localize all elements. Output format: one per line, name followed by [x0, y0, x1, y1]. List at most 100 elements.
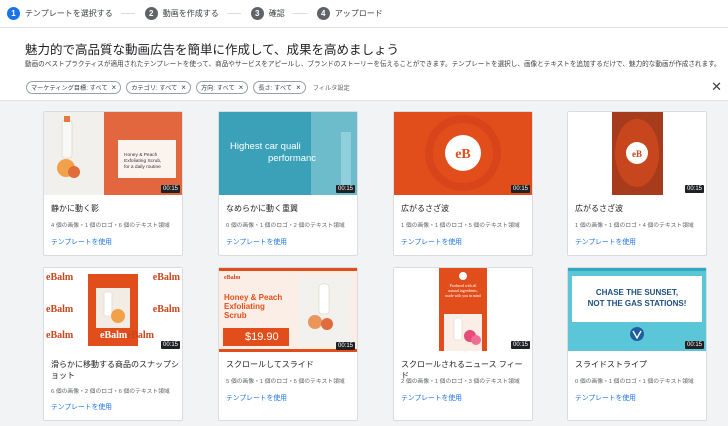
- filter-chip-category[interactable]: カテゴリ: すべて ×: [126, 81, 191, 94]
- use-template-link[interactable]: テンプレートを使用: [401, 236, 462, 246]
- use-template-link[interactable]: テンプレートを使用: [51, 236, 112, 246]
- card-title: スライドストライプ: [575, 360, 647, 369]
- step-review[interactable]: 3 確認: [250, 7, 307, 20]
- card-meta: 1 個の画像・1 個のロゴ・4 個のテキスト領域: [575, 223, 694, 229]
- card-title: 滑らかに移動する商品のスナップショット: [51, 360, 179, 380]
- card-meta: 6 個の画像・2 個のロゴ・6 個のテキスト領域: [51, 389, 170, 395]
- thumbnail-art: [439, 268, 487, 351]
- step-upload[interactable]: 4 アップロード: [316, 7, 383, 20]
- card-meta: 2 個の画像・1 個のロゴ・3 個のテキスト領域: [401, 379, 520, 385]
- brand-wordmark: eBalm: [46, 330, 74, 341]
- template-card[interactable]: eB 00:15 広がるさざ波 1 個の画像・1 個のロゴ・5 個のテキスト領域…: [393, 111, 533, 256]
- template-thumbnail[interactable]: eB 00:15: [394, 112, 532, 195]
- card-meta: 0 個の画像・1 個のロゴ・1 個のテキスト領域: [575, 379, 694, 385]
- duration-badge: 00:15: [335, 342, 355, 350]
- thumbnail-art: [568, 268, 706, 341]
- step-connector: [226, 13, 241, 14]
- chip-label: カテゴリ: すべて: [131, 85, 178, 92]
- close-icon[interactable]: ×: [296, 83, 301, 92]
- filter-chip-orientation[interactable]: 方向: すべて ×: [195, 81, 249, 94]
- template-thumbnail[interactable]: eBalm Honey & Peach Exfoliating Scrub $1…: [219, 268, 357, 352]
- brand-wordmark: eBalm: [100, 330, 128, 341]
- chip-label: 長さ: すべて: [258, 85, 293, 92]
- template-thumbnail[interactable]: CHASE THE SUNSET, NOT THE GAS STATIONS! …: [568, 268, 706, 351]
- thumbnail-headline: Highest car quali performanc: [230, 141, 317, 164]
- template-card[interactable]: Highest car quali performanc 00:15 なめらかに…: [218, 111, 358, 256]
- use-template-link[interactable]: テンプレートを使用: [226, 236, 287, 246]
- step-select-template[interactable]: 1 テンプレートを選択する: [7, 7, 135, 20]
- card-title: 広がるさざ波: [401, 204, 449, 213]
- template-thumbnail[interactable]: eB 00:15: [568, 112, 706, 195]
- chip-label: 方向: すべて: [200, 85, 235, 92]
- step-label: 確認: [268, 9, 285, 18]
- template-thumbnail[interactable]: Highest car quali performanc 00:15: [219, 112, 357, 195]
- brand-wordmark: eBalm: [152, 304, 180, 315]
- duration-badge: 00:15: [160, 185, 180, 193]
- header-panel: 魅力的で高品質な動画広告を簡単に作成して、成果を高めましょう 動画のベストプラク…: [0, 28, 728, 101]
- brand-wordmark: eBalm: [46, 272, 74, 283]
- card-title: 広がるさざ波: [575, 204, 623, 213]
- card-meta: 1 個の画像・1 個のロゴ・5 個のテキスト領域: [401, 223, 520, 229]
- brand-wordmark: eBalm: [46, 304, 74, 315]
- duration-badge: 00:15: [510, 185, 530, 193]
- chip-label: マーケティング目標: すべて: [31, 85, 108, 92]
- duration-badge: 00:15: [510, 341, 530, 349]
- step-connector: [120, 13, 135, 14]
- thumbnail-caption: Honey & Peach Exfoliating Scrub, for a d…: [124, 153, 162, 170]
- duration-badge: 00:15: [684, 341, 704, 349]
- card-title: 静かに動く影: [51, 204, 99, 213]
- use-template-link[interactable]: テンプレートを使用: [51, 401, 112, 411]
- card-meta: 0 個の画像・1 個のロゴ・2 個のテキスト領域: [226, 223, 345, 229]
- card-meta: 4 個の画像・1 個のロゴ・6 個のテキスト領域: [51, 223, 170, 229]
- template-card[interactable]: eB 00:15 広がるさざ波 1 個の画像・1 個のロゴ・4 個のテキスト領域…: [567, 111, 707, 256]
- step-label: テンプレートを選択する: [25, 9, 113, 18]
- stepper: 1 テンプレートを選択する 2 動画を作成する 3 確認 4 アップロード: [0, 0, 728, 28]
- template-card[interactable]: CHASE THE SUNSET, NOT THE GAS STATIONS! …: [567, 267, 707, 421]
- card-meta: 5 個の画像・1 個のロゴ・5 個のテキスト領域: [226, 379, 345, 385]
- thumbnail-headline: Honey & Peach Exfoliating Scrub: [224, 293, 283, 320]
- price-tag: $19.90: [245, 331, 279, 343]
- step-number: 1: [7, 7, 20, 20]
- filter-chip-length[interactable]: 長さ: すべて ×: [253, 81, 306, 94]
- brand-wordmark: eBalm: [224, 275, 241, 281]
- step-connector: [292, 13, 307, 14]
- brand-logo-art: eB: [425, 115, 501, 191]
- template-card[interactable]: Honey & Peach Exfoliating Scrub, for a d…: [43, 111, 183, 256]
- clear-filters-icon[interactable]: ✕: [711, 80, 722, 93]
- step-create-video[interactable]: 2 動画を作成する: [144, 7, 241, 20]
- page-description: 動画のベストプラクティスが適用されたテンプレートを使って、商品やサービスをアピー…: [25, 61, 721, 68]
- step-label: アップロード: [334, 9, 383, 18]
- duration-badge: 00:15: [335, 185, 355, 193]
- close-icon[interactable]: ×: [112, 83, 117, 92]
- card-title: スクロールしてスライド: [226, 360, 314, 369]
- step-number: 4: [316, 7, 330, 20]
- step-number: 3: [250, 7, 264, 20]
- brand-logo-art: eB: [612, 112, 663, 195]
- template-thumbnail[interactable]: eBalm eBalm eBalm eBalm eBalm eBalm eBal…: [44, 268, 182, 351]
- card-title: なめらかに動く重翼: [226, 204, 298, 213]
- duration-badge: 00:15: [684, 185, 704, 193]
- thumbnail-headline: CHASE THE SUNSET, NOT THE GAS STATIONS!: [587, 288, 687, 308]
- template-card[interactable]: Produced with all natural ingredients, m…: [393, 267, 533, 421]
- brand-wordmark: eBalm: [152, 272, 180, 283]
- template-card[interactable]: eBalm Honey & Peach Exfoliating Scrub $1…: [218, 267, 358, 421]
- use-template-link[interactable]: テンプレートを使用: [401, 392, 462, 402]
- template-card[interactable]: eBalm eBalm eBalm eBalm eBalm eBalm eBal…: [43, 267, 183, 421]
- brand-wordmark: eBalm: [126, 330, 154, 341]
- duration-badge: 00:15: [160, 341, 180, 349]
- page-title: 魅力的で高品質な動画広告を簡単に作成して、成果を高めましょう: [25, 43, 400, 57]
- template-thumbnail[interactable]: Honey & Peach Exfoliating Scrub, for a d…: [44, 112, 182, 195]
- step-number: 2: [144, 7, 158, 20]
- use-template-link[interactable]: テンプレートを使用: [226, 392, 287, 402]
- close-icon[interactable]: ×: [181, 83, 186, 92]
- template-thumbnail[interactable]: Produced with all natural ingredients, m…: [394, 268, 532, 351]
- svg-text:eB: eB: [632, 149, 642, 159]
- close-icon[interactable]: ×: [239, 83, 244, 92]
- svg-text:eB: eB: [455, 147, 471, 162]
- filter-chip-marketing-goal[interactable]: マーケティング目標: すべて ×: [26, 81, 122, 94]
- use-template-link[interactable]: テンプレートを使用: [575, 236, 636, 246]
- filter-bar: マーケティング目標: すべて × カテゴリ: すべて × 方向: すべて × 長さ: …: [26, 81, 350, 94]
- use-template-link[interactable]: テンプレートを使用: [575, 392, 636, 402]
- add-filter-button[interactable]: フィルタ設定: [313, 83, 350, 92]
- step-label: 動画を作成する: [162, 9, 219, 18]
